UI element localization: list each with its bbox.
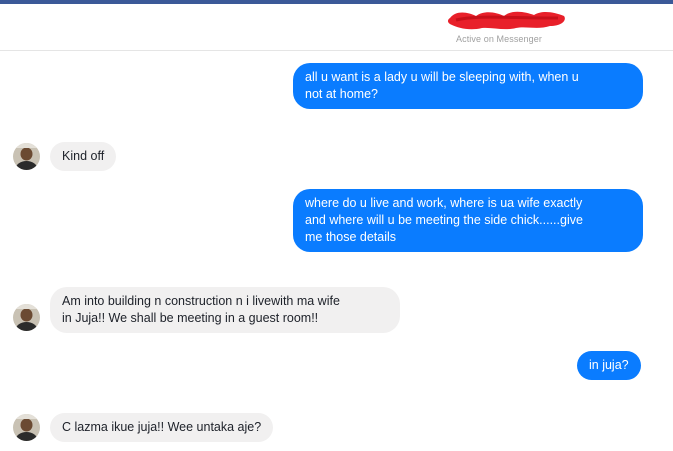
contact-avatar-icon[interactable] — [13, 414, 40, 441]
received-message-bubble[interactable]: Kind off — [50, 142, 117, 171]
received-message-bubble[interactable]: C lazma ikue juja!! Wee untaka aje? — [50, 413, 274, 442]
contact-avatar-icon[interactable] — [13, 143, 40, 170]
sent-message-bubble[interactable]: all u want is a lady u will be sleeping … — [293, 63, 643, 109]
conversation-header — [0, 4, 673, 50]
header-divider — [0, 50, 673, 51]
sent-message-bubble[interactable]: in juja? — [577, 351, 641, 380]
received-message-bubble[interactable]: Am into building n construction n i live… — [50, 287, 400, 333]
sent-message-bubble[interactable]: where do u live and work, where is ua wi… — [293, 189, 643, 252]
redacted-contact-name — [447, 11, 565, 30]
contact-avatar-icon[interactable] — [13, 304, 40, 331]
active-status-text: Active on Messenger — [456, 34, 542, 44]
